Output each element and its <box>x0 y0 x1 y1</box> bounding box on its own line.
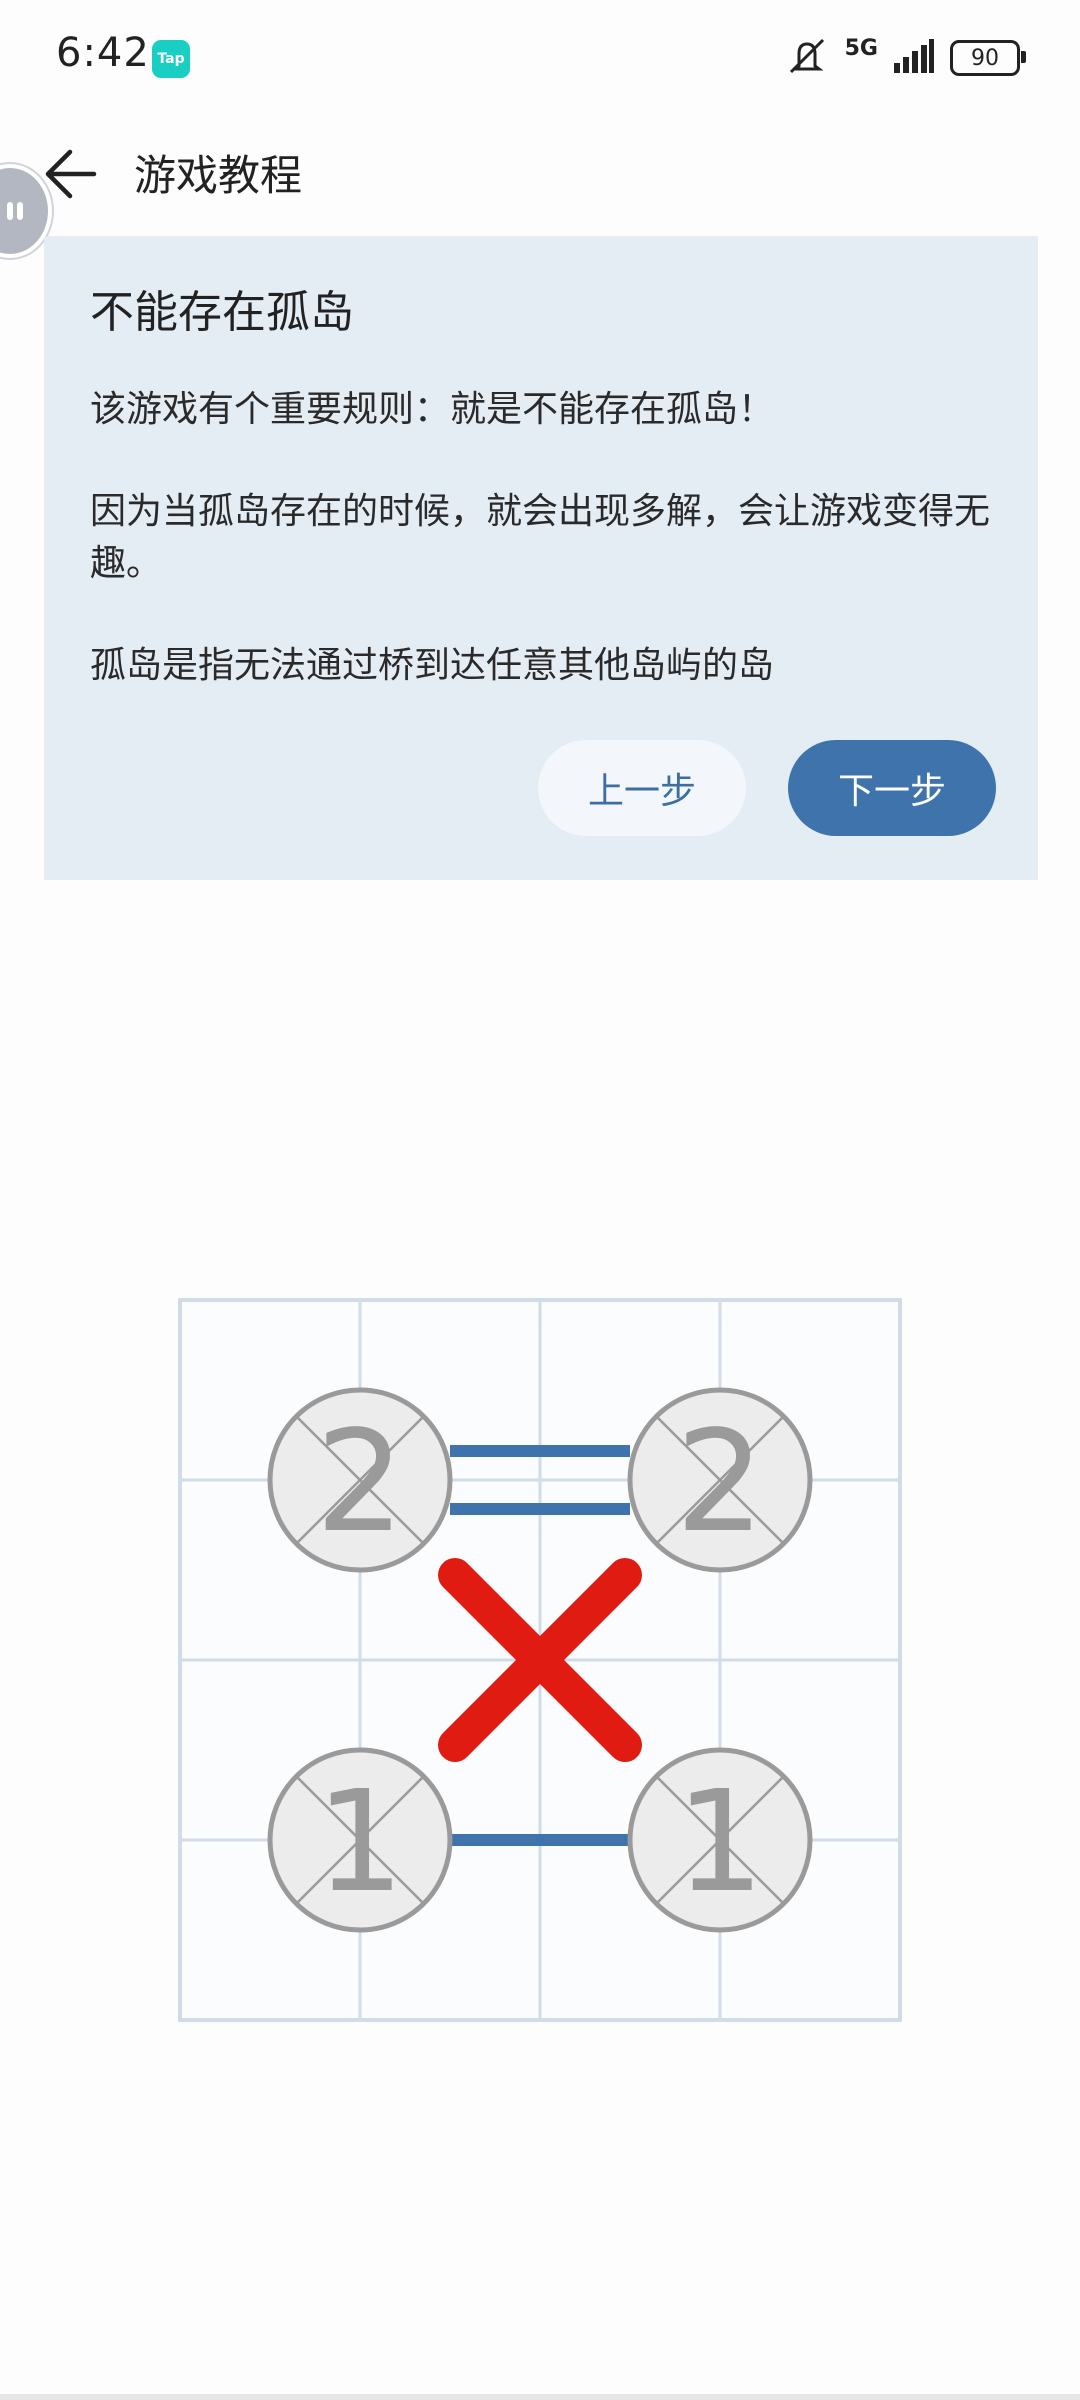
island-number: 1 <box>315 1761 404 1924</box>
puzzle-board: 2 2 1 1 <box>178 1298 902 2022</box>
island-number: 2 <box>315 1401 404 1564</box>
tutorial-screen: 6:42 Tap 5G 90 游戏教程 不能存在孤岛 该游戏有个重要规则：就是不… <box>0 0 1080 2400</box>
island-number: 1 <box>675 1761 764 1924</box>
island-number: 2 <box>675 1401 764 1564</box>
navigation-bar <box>0 2394 1080 2400</box>
